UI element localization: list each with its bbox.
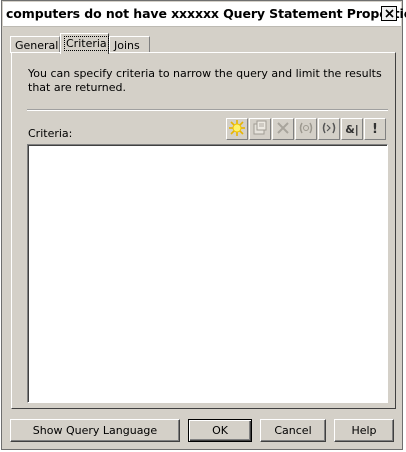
tab-general[interactable]: General	[10, 36, 60, 53]
show-query-language-button[interactable]: Show Query Language	[10, 419, 180, 442]
ok-button[interactable]: OK	[188, 419, 252, 442]
criteria-description: You can specify criteria to narrow the q…	[28, 67, 382, 94]
and-or-button[interactable]: &|	[341, 118, 363, 140]
new-criterion-button[interactable]	[226, 118, 248, 140]
not-button[interactable]: !	[364, 118, 386, 140]
tab-joins-label: Joins	[114, 39, 140, 52]
query-statement-properties-dialog: computers do not have xxxxxx Query State…	[1, 0, 406, 450]
ungroup-button[interactable]	[318, 118, 340, 140]
tab-joins[interactable]: Joins	[109, 36, 150, 53]
not-icon: !	[372, 121, 378, 137]
delete-button[interactable]	[272, 118, 294, 140]
group-icon	[298, 120, 314, 139]
properties-button[interactable]	[249, 118, 271, 140]
new-criterion-icon	[228, 119, 246, 140]
separator	[27, 109, 388, 111]
title-bar[interactable]: computers do not have xxxxxx Query State…	[3, 2, 406, 27]
close-icon	[384, 9, 394, 18]
ungroup-icon	[321, 120, 337, 139]
group-button[interactable]	[295, 118, 317, 140]
criteria-label: Criteria:	[28, 127, 73, 140]
delete-icon	[276, 121, 290, 138]
cancel-button[interactable]: Cancel	[260, 419, 326, 442]
window-title: computers do not have xxxxxx Query State…	[6, 6, 406, 21]
properties-icon	[252, 120, 268, 139]
and-or-icon: &|	[345, 122, 359, 136]
help-button[interactable]: Help	[334, 419, 394, 442]
tab-general-label: General	[15, 39, 59, 52]
criteria-toolbar: &| !	[226, 118, 386, 142]
tab-criteria[interactable]: Criteria	[60, 33, 109, 54]
criteria-tab-panel: You can specify criteria to narrow the q…	[11, 52, 396, 409]
tab-criteria-label: Criteria	[64, 36, 109, 51]
close-button[interactable]	[381, 6, 397, 21]
criteria-list[interactable]	[27, 144, 388, 403]
